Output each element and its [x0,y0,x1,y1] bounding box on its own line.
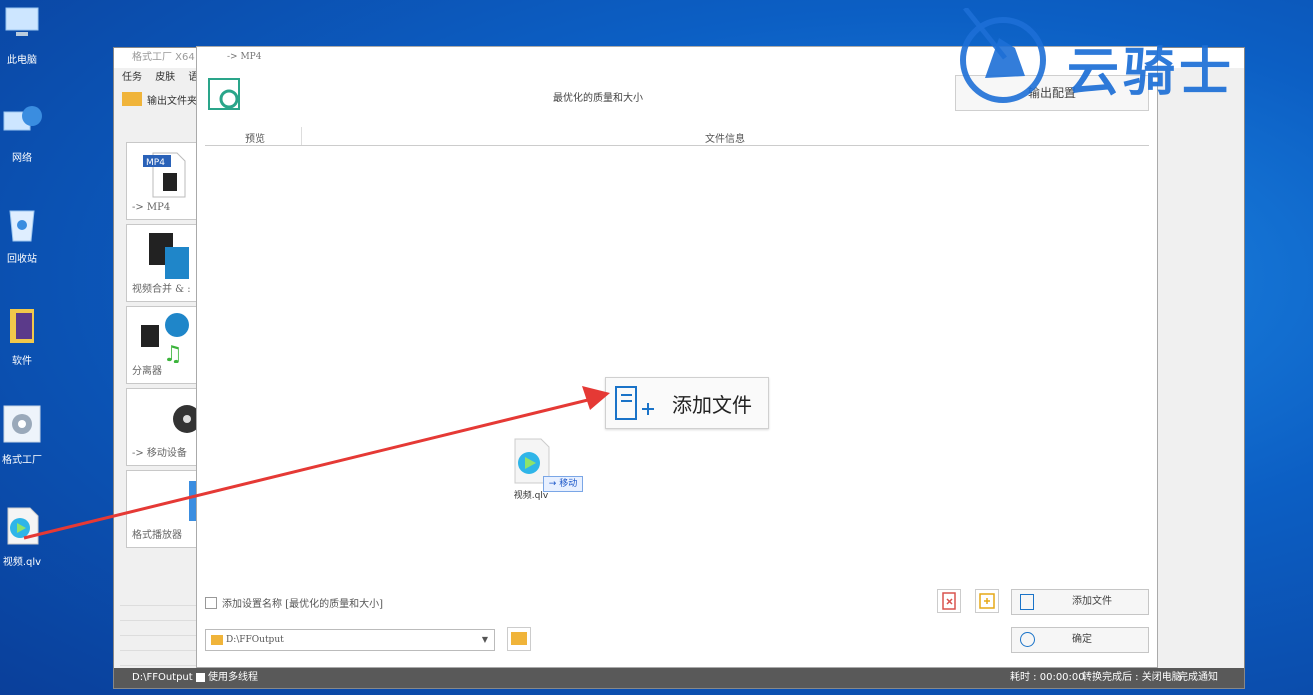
desktop-label: 回收站 [7,254,37,265]
watermark-text: 云骑士 [1067,43,1236,103]
add-file-large-label: 添加文件 [672,392,752,417]
folder-icon [511,632,527,645]
side-tool-item[interactable] [120,591,200,606]
column-file-info[interactable]: 文件信息 [705,130,745,145]
status-after-done[interactable]: 转换完成后 : 关闭电脑 [1082,668,1182,688]
tile-label: 视频合并 & : [132,284,191,295]
player-icon [189,481,197,521]
desktop-label: 此电脑 [7,55,37,66]
desktop-label: 软件 [12,356,32,367]
menu-item-task[interactable]: 任务 [122,72,142,83]
check-circle-icon [1020,632,1035,647]
recycle-bin-icon [9,210,35,242]
status-notify[interactable]: 完成通知 [1178,668,1218,688]
add-file-label: 添加文件 [1072,596,1112,607]
folder-icon [122,92,142,106]
desktop-icon-recycle[interactable]: 回收站 [0,203,52,265]
add-folder-button[interactable] [975,589,999,613]
tile-label: -> 移动设备 [132,448,187,459]
column-preview[interactable]: 预览 [245,130,265,145]
desktop-label: 格式工厂 [2,455,42,466]
menu-item-skin[interactable]: 皮肤 [155,72,175,83]
desktop-label: 网络 [12,153,32,164]
tile-mobile-device[interactable]: -> 移动设备 [126,388,198,466]
ok-button[interactable]: 确定 [1011,627,1149,653]
status-output-path[interactable]: D:\FFOutput [132,668,193,688]
tile-label: -> MP4 [132,202,171,213]
watermark-logo: 云骑士 [955,8,1313,108]
function-panel: MP4 -> MP4 视频合并 & : ♫ 分离器 -> 移动设备 格式播放器 [126,142,202,552]
desktop-icon-software[interactable]: 软件 [0,305,52,367]
tile-to-mp4[interactable]: MP4 -> MP4 [126,142,198,220]
side-tool-item[interactable] [120,651,200,666]
mp4-file-icon: MP4 [143,152,186,198]
side-tool-item[interactable] [120,636,200,651]
status-multithread-label: 使用多线程 [208,672,258,683]
add-file-icon [1020,594,1034,610]
add-folder-icon [979,593,995,609]
tile-label: 分离器 [132,366,162,377]
dialog-footer: 添加设置名称 [最优化的质量和大小] 添加文件 D:\FFOutput ▼ 确定 [205,587,1149,663]
output-path-select[interactable]: D:\FFOutput ▼ [205,629,495,651]
file-list-header: 预览 文件信息 [205,127,1149,146]
desktop-icon-video-qlv[interactable]: 视频.qlv [0,506,52,568]
video-file-icon [7,507,39,545]
side-tool-item[interactable] [120,606,200,621]
save-name-option[interactable]: 添加设置名称 [最优化的质量和大小] [205,595,383,610]
mp4-settings-dialog: -> MP4 最优化的质量和大小 输出配置 预览 文件信息 添加文件 视频.ql… [197,47,1157,667]
add-file-icon [615,386,654,420]
output-path-value: D:\FFOutput [226,635,284,645]
add-file-large-button[interactable]: 添加文件 [605,377,769,429]
output-folder-label: 输出文件夹 [147,95,197,107]
tile-player[interactable]: 格式播放器 [126,470,198,548]
network-icon [3,106,42,131]
ok-label: 确定 [1072,634,1092,645]
splitter-icon: ♫ [141,313,189,363]
desktop-icon-computer[interactable]: 此电脑 [0,4,52,66]
tile-splitter[interactable]: ♫ 分离器 [126,306,198,384]
save-name-label: 添加设置名称 [最优化的质量和大小] [222,599,383,610]
computer-icon [5,7,39,36]
browse-folder-button[interactable] [507,627,531,651]
folder-icon [211,635,223,645]
settings-icon [208,78,240,110]
video-join-icon [149,233,189,279]
folder-icon [10,309,34,343]
status-elapsed: 耗时 : 00:00:00 [1010,672,1085,683]
side-tool-item[interactable] [120,621,200,636]
desktop-icon-format-factory[interactable]: 格式工厂 [0,404,52,466]
tile-label: 格式播放器 [132,530,182,541]
knight-logo-icon [960,8,1046,103]
format-factory-icon [3,405,41,443]
add-file-button[interactable]: 添加文件 [1011,589,1149,615]
save-name-checkbox[interactable] [205,596,217,609]
status-bar: D:\FFOutput 使用多线程 耗时 : 00:00:00 转换完成后 : … [114,668,1244,688]
output-folder-button[interactable]: 输出文件夹 [122,92,197,107]
tile-video-join[interactable]: 视频合并 & : [126,224,198,302]
dialog-subtitle: 最优化的质量和大小 [553,93,643,104]
side-tools [120,591,200,666]
desktop-icon-network[interactable]: 网络 [0,102,52,164]
chevron-down-icon: ▼ [481,635,488,644]
desktop-label: 视频.qlv [2,557,42,568]
status-multithread-checkbox[interactable] [196,673,205,682]
drag-move-tooltip: → 移动 [543,476,583,492]
file-drop-zone[interactable]: 添加文件 视频.qlv → 移动 [205,147,1149,577]
svg-text:MP4: MP4 [146,158,165,168]
svg-text:♫: ♫ [163,342,183,363]
column-divider [301,127,302,145]
remove-file-button[interactable] [937,589,961,613]
remove-file-icon [942,592,956,610]
disc-icon [173,405,197,433]
